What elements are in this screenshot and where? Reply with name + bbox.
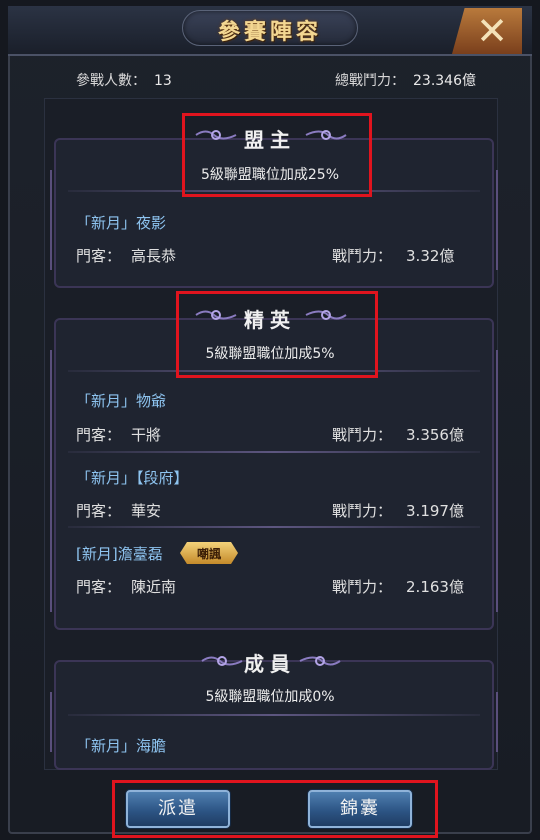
close-icon: ✕ <box>476 9 508 53</box>
power-value: 3.197億 <box>406 502 464 520</box>
guest-value: 干將 <box>131 426 162 444</box>
section-bonus-members: 5級聯盟職位加成0% <box>205 689 335 705</box>
guest-value: 高長恭 <box>131 247 177 265</box>
highlight-box-elite <box>176 291 378 378</box>
power-value: 3.32億 <box>406 247 455 265</box>
participants-label: 參戰人數： <box>76 73 146 89</box>
highlight-box-leader <box>182 113 372 197</box>
total-power-value: 23.346億 <box>413 73 476 89</box>
member-name[interactable]: 「新月」海膽 <box>76 735 166 756</box>
dialog-title: 參賽陣容 <box>217 20 322 45</box>
section-title-members: 成員 <box>244 652 296 676</box>
total-power-stat: 總戰鬥力： 23.346億 <box>335 70 476 90</box>
member-name[interactable]: 「新月」物爺 <box>76 390 166 411</box>
dispatch-button[interactable]: 派遣 <box>126 790 230 828</box>
member-name[interactable]: 「新月」【段府】 <box>76 467 189 488</box>
member-name[interactable]: [新月]澹臺磊 <box>76 543 163 564</box>
guest-label: 門客： <box>76 426 122 444</box>
guest-value: 華安 <box>131 502 162 520</box>
member-divider <box>68 526 480 528</box>
power-label: 戰鬥力： <box>332 247 393 265</box>
member-power: 戰鬥力： 3.32億 <box>332 245 454 266</box>
power-value: 2.163億 <box>406 578 464 596</box>
power-label: 戰鬥力： <box>332 502 393 520</box>
guest-label: 門客： <box>76 578 122 596</box>
member-guest: 門客： 干將 <box>76 424 161 445</box>
guest-label: 門客： <box>76 247 122 265</box>
power-label: 戰鬥力： <box>332 426 393 444</box>
member-power: 戰鬥力： 3.356億 <box>332 424 464 445</box>
member-guest: 門客： 高長恭 <box>76 245 176 266</box>
stats-row: 參戰人數： 13 總戰鬥力： 23.346億 <box>76 70 476 92</box>
member-power: 戰鬥力： 3.197億 <box>332 500 464 521</box>
participants-value: 13 <box>154 73 172 89</box>
member-name[interactable]: 「新月」夜影 <box>76 212 166 233</box>
guest-value: 陳近南 <box>131 578 177 596</box>
member-power: 戰鬥力： 2.163億 <box>332 576 464 597</box>
taunt-badge: 嘲諷 <box>180 542 238 564</box>
power-label: 戰鬥力： <box>332 578 393 596</box>
kit-button[interactable]: 錦囊 <box>308 790 412 828</box>
participants-stat: 參戰人數： 13 <box>76 70 172 90</box>
member-guest: 門客： 陳近南 <box>76 576 176 597</box>
member-guest: 門客： 華安 <box>76 500 161 521</box>
total-power-label: 總戰鬥力： <box>335 73 405 89</box>
guest-label: 門客： <box>76 502 122 520</box>
power-value: 3.356億 <box>406 426 464 444</box>
member-divider <box>68 451 480 453</box>
section-divider <box>68 714 480 716</box>
